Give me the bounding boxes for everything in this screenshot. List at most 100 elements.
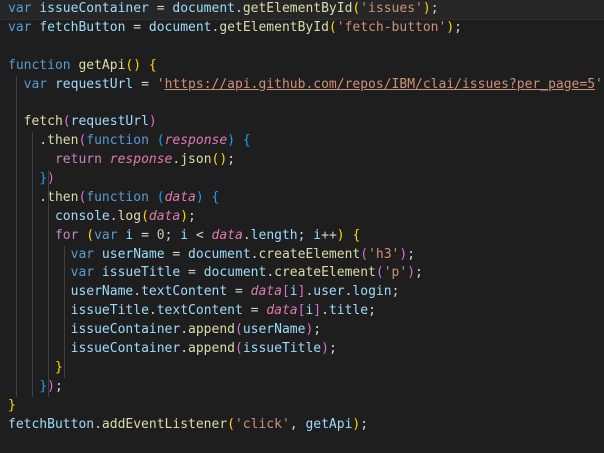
code-token: ; [391,284,400,300]
code-token: ( [156,133,165,149]
code-token: ) [148,114,157,130]
code-token: textContent [156,303,243,319]
code-token: ) [321,341,329,357]
code-line[interactable]: return response.json(); [0,151,604,170]
code-token: 0 [156,227,165,243]
code-line[interactable]: } [0,397,604,416]
code-token: document [148,19,212,35]
code-token: data [266,303,298,319]
code-token: data [250,284,282,300]
code-token: createElement [258,246,361,262]
code-token: issueTitle [70,303,149,319]
code-line[interactable]: var issueContainer = document.getElement… [0,0,604,20]
code-token: ; [188,208,196,224]
code-token: ( [360,246,369,262]
code-line[interactable]: var issueTitle = document.createElement(… [0,264,604,283]
code-line[interactable]: console.log(data); [0,208,604,227]
code-token: ; [360,416,369,432]
code-line[interactable]: for (var i = 0; i < data.length; i++) { [0,227,604,246]
code-token: ; [313,322,322,338]
code-token: ) [407,265,416,281]
code-token: var [8,19,40,35]
code-token: ; [368,303,376,319]
code-token: ( [235,322,243,338]
code-token: then [47,189,79,205]
code-token: '; [595,76,604,92]
code-token: ] [313,303,322,319]
code-line[interactable]: ​ [0,94,604,113]
code-token: ; [430,1,439,16]
code-line[interactable]: var requestUrl = 'https://api.github.com… [0,76,604,95]
code-token: data [148,208,181,224]
code-token: i [313,227,322,243]
code-token: var [8,246,102,262]
code-line[interactable]: issueTitle.textContent = data[i].title; [0,302,604,321]
code-token: userName [70,284,134,300]
code-line[interactable]: issueContainer.append(issueTitle); [0,340,604,359]
code-token: requestUrl [70,114,149,130]
code-token: userName [242,322,306,338]
code-token: ) [336,227,345,243]
code-token: var [94,227,126,243]
code-line[interactable]: fetch(requestUrl) [0,113,604,132]
code-token: = [242,303,267,319]
code-token: ; [54,378,63,394]
code-token: < [188,227,212,243]
code-token: 'p' [383,265,408,281]
code-token: } [54,359,63,375]
code-token: requestUrl [54,76,134,92]
code-token: { [148,57,157,73]
code-token: response [164,133,228,149]
code-token: = [227,284,251,300]
code-line[interactable]: }); [0,378,604,397]
code-token: 'fetch-button' [336,19,447,35]
code-lines[interactable]: var issueContainer = document.getElement… [0,0,604,434]
code-token: ) [227,133,236,149]
code-line[interactable]: userName.textContent = data[i].user.logi… [0,283,604,302]
code-token: ; [407,246,416,262]
code-token: var [8,265,102,281]
code-token: length [250,227,298,243]
code-token: ( [375,265,384,281]
code-token: { [352,227,361,243]
code-token: ) [422,1,431,16]
code-token: var [8,1,40,16]
code-line[interactable]: ​ [0,38,604,57]
code-token: for [54,227,87,243]
code-line[interactable]: } [0,359,604,378]
code-token: ( [235,341,243,357]
code-line[interactable]: .then(function (data) { [0,189,604,208]
code-token: i [180,227,189,243]
code-line[interactable]: .then(function (response) { [0,132,604,151]
code-line[interactable]: issueContainer.append(userName); [0,321,604,340]
code-editor[interactable]: var issueContainer = document.getElement… [0,0,604,453]
code-line[interactable]: function getApi() { [0,57,604,76]
code-token: getElementById [242,1,353,16]
code-token: . [148,303,157,319]
code-token: log [117,208,142,224]
code-token: ; [415,265,423,281]
code-token: ; [454,19,462,35]
code-token: issueTitle [101,265,181,281]
code-token: ; [297,227,314,243]
indent-guide [48,226,49,397]
code-token: . [235,1,243,16]
code-token: () [125,57,142,73]
code-token: . [180,322,189,338]
code-token: . [266,265,275,281]
code-token: title [328,303,369,319]
code-token: ( [86,227,95,243]
code-token: textContent [141,284,228,300]
code-line[interactable]: var userName = document.createElement('h… [0,246,604,265]
code-line[interactable]: fetchButton.addEventListener('click', ge… [0,416,604,435]
code-token: 'issues' [360,1,423,16]
code-line[interactable]: }) [0,170,604,189]
code-token: ( [328,19,337,35]
code-token: ; [164,227,181,243]
code-line[interactable]: var fetchButton = document.getElementByI… [0,19,604,38]
